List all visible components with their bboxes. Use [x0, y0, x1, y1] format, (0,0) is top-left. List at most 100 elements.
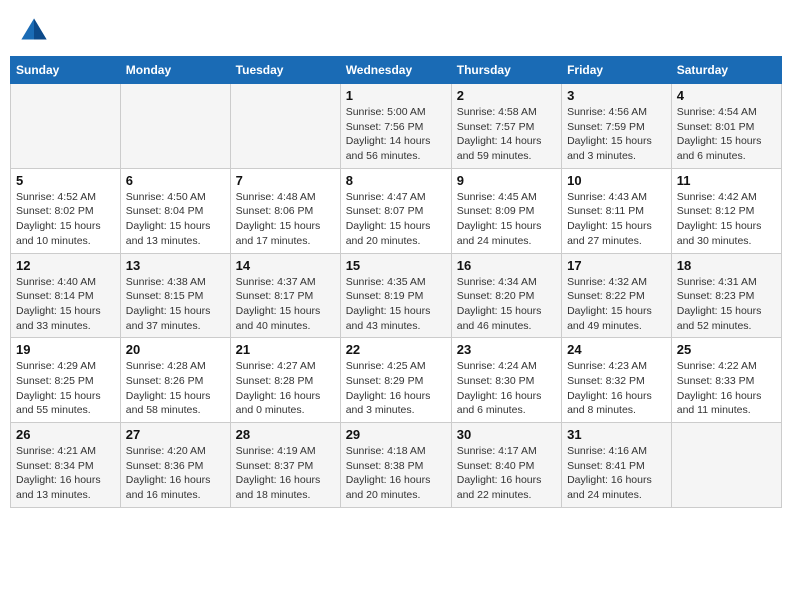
day-number: 9 — [457, 173, 556, 188]
day-info: Sunrise: 4:32 AM Sunset: 8:22 PM Dayligh… — [567, 275, 666, 334]
day-number: 31 — [567, 427, 666, 442]
weekday-header: Wednesday — [340, 57, 451, 84]
calendar-cell — [671, 423, 781, 508]
calendar-cell: 19Sunrise: 4:29 AM Sunset: 8:25 PM Dayli… — [11, 338, 121, 423]
day-info: Sunrise: 4:25 AM Sunset: 8:29 PM Dayligh… — [346, 359, 446, 418]
calendar-cell: 11 Sunrise: 4:42 AM Sunset: 8:12 PM Dayli… — [671, 168, 781, 253]
day-number: 29 — [346, 427, 446, 442]
day-info: Sunrise: 4:22 AM Sunset: 8:33 PM Dayligh… — [677, 359, 776, 418]
day-info: Sunrise: 4:45 AM Sunset: 8:09 PM Dayligh… — [457, 190, 556, 249]
calendar-cell: 31 Sunrise: 4:16 AM Sunset: 8:41 PM Dayli… — [562, 423, 672, 508]
day-info: Sunrise: 4:40 AM Sunset: 8:14 PM Dayligh… — [16, 275, 115, 334]
day-number: 28 — [236, 427, 335, 442]
calendar-cell: 6Sunrise: 4:50 AM Sunset: 8:04 PM Daylig… — [120, 168, 230, 253]
calendar-cell: 5 Sunrise: 4:52 AM Sunset: 8:02 PM Daylig… — [11, 168, 121, 253]
calendar-cell: 17 Sunrise: 4:32 AM Sunset: 8:22 PM Dayli… — [562, 253, 672, 338]
day-info: Sunrise: 4:19 AM Sunset: 8:37 PM Dayligh… — [236, 444, 335, 503]
day-number: 10 — [567, 173, 666, 188]
logo — [20, 15, 52, 43]
calendar-cell: 1 Sunrise: 5:00 AM Sunset: 7:56 PM Daylig… — [340, 84, 451, 169]
calendar-cell: 2Sunrise: 4:58 AM Sunset: 7:57 PM Daylig… — [451, 84, 561, 169]
day-number: 16 — [457, 258, 556, 273]
weekday-header: Sunday — [11, 57, 121, 84]
calendar-cell: 8 Sunrise: 4:47 AM Sunset: 8:07 PM Daylig… — [340, 168, 451, 253]
day-info: Sunrise: 4:23 AM Sunset: 8:32 PM Dayligh… — [567, 359, 666, 418]
calendar-cell: 25 Sunrise: 4:22 AM Sunset: 8:33 PM Dayli… — [671, 338, 781, 423]
day-number: 1 — [346, 88, 446, 103]
day-info: Sunrise: 4:27 AM Sunset: 8:28 PM Dayligh… — [236, 359, 335, 418]
day-number: 11 — [677, 173, 776, 188]
calendar-table: SundayMondayTuesdayWednesdayThursdayFrid… — [10, 56, 782, 508]
day-info: Sunrise: 4:47 AM Sunset: 8:07 PM Dayligh… — [346, 190, 446, 249]
day-number: 25 — [677, 342, 776, 357]
day-info: Sunrise: 4:31 AM Sunset: 8:23 PM Dayligh… — [677, 275, 776, 334]
weekday-header: Monday — [120, 57, 230, 84]
day-number: 8 — [346, 173, 446, 188]
calendar-week-row: 5 Sunrise: 4:52 AM Sunset: 8:02 PM Daylig… — [11, 168, 782, 253]
day-number: 23 — [457, 342, 556, 357]
day-info: Sunrise: 4:16 AM Sunset: 8:41 PM Dayligh… — [567, 444, 666, 503]
day-number: 18 — [677, 258, 776, 273]
calendar-cell: 15 Sunrise: 4:35 AM Sunset: 8:19 PM Dayli… — [340, 253, 451, 338]
calendar-cell — [120, 84, 230, 169]
day-number: 15 — [346, 258, 446, 273]
day-number: 14 — [236, 258, 335, 273]
day-info: Sunrise: 4:38 AM Sunset: 8:15 PM Dayligh… — [126, 275, 225, 334]
day-info: Sunrise: 5:00 AM Sunset: 7:56 PM Dayligh… — [346, 105, 446, 164]
weekday-header: Thursday — [451, 57, 561, 84]
day-info: Sunrise: 4:21 AM Sunset: 8:34 PM Dayligh… — [16, 444, 115, 503]
weekday-header: Saturday — [671, 57, 781, 84]
day-info: Sunrise: 4:52 AM Sunset: 8:02 PM Dayligh… — [16, 190, 115, 249]
calendar-cell: 3 Sunrise: 4:56 AM Sunset: 7:59 PM Daylig… — [562, 84, 672, 169]
day-info: Sunrise: 4:17 AM Sunset: 8:40 PM Dayligh… — [457, 444, 556, 503]
day-number: 21 — [236, 342, 335, 357]
calendar-cell: 12 Sunrise: 4:40 AM Sunset: 8:14 PM Dayli… — [11, 253, 121, 338]
day-number: 5 — [16, 173, 115, 188]
day-info: Sunrise: 4:34 AM Sunset: 8:20 PM Dayligh… — [457, 275, 556, 334]
day-info: Sunrise: 4:24 AM Sunset: 8:30 PM Dayligh… — [457, 359, 556, 418]
day-info: Sunrise: 4:58 AM Sunset: 7:57 PM Dayligh… — [457, 105, 556, 164]
day-number: 24 — [567, 342, 666, 357]
page-header — [10, 10, 782, 48]
day-info: Sunrise: 4:18 AM Sunset: 8:38 PM Dayligh… — [346, 444, 446, 503]
calendar-cell: 29 Sunrise: 4:18 AM Sunset: 8:38 PM Dayli… — [340, 423, 451, 508]
day-number: 19 — [16, 342, 115, 357]
day-info: Sunrise: 4:20 AM Sunset: 8:36 PM Dayligh… — [126, 444, 225, 503]
day-info: Sunrise: 4:50 AM Sunset: 8:04 PM Dayligh… — [126, 190, 225, 249]
logo-icon — [20, 15, 48, 43]
calendar-cell: 22 Sunrise: 4:25 AM Sunset: 8:29 PM Dayli… — [340, 338, 451, 423]
calendar-cell: 7 Sunrise: 4:48 AM Sunset: 8:06 PM Daylig… — [230, 168, 340, 253]
calendar-cell: 24 Sunrise: 4:23 AM Sunset: 8:32 PM Dayli… — [562, 338, 672, 423]
weekday-header: Friday — [562, 57, 672, 84]
day-number: 3 — [567, 88, 666, 103]
day-number: 22 — [346, 342, 446, 357]
day-info: Sunrise: 4:48 AM Sunset: 8:06 PM Dayligh… — [236, 190, 335, 249]
day-info: Sunrise: 4:43 AM Sunset: 8:11 PM Dayligh… — [567, 190, 666, 249]
day-info: Sunrise: 4:54 AM Sunset: 8:01 PM Dayligh… — [677, 105, 776, 164]
day-info: Sunrise: 4:56 AM Sunset: 7:59 PM Dayligh… — [567, 105, 666, 164]
calendar-header-row: SundayMondayTuesdayWednesdayThursdayFrid… — [11, 57, 782, 84]
calendar-cell: 26Sunrise: 4:21 AM Sunset: 8:34 PM Dayli… — [11, 423, 121, 508]
calendar-week-row: 19Sunrise: 4:29 AM Sunset: 8:25 PM Dayli… — [11, 338, 782, 423]
weekday-header: Tuesday — [230, 57, 340, 84]
calendar-week-row: 1 Sunrise: 5:00 AM Sunset: 7:56 PM Daylig… — [11, 84, 782, 169]
day-number: 12 — [16, 258, 115, 273]
calendar-cell: 28 Sunrise: 4:19 AM Sunset: 8:37 PM Dayli… — [230, 423, 340, 508]
calendar-cell: 23 Sunrise: 4:24 AM Sunset: 8:30 PM Dayli… — [451, 338, 561, 423]
calendar-cell: 20 Sunrise: 4:28 AM Sunset: 8:26 PM Dayli… — [120, 338, 230, 423]
day-info: Sunrise: 4:37 AM Sunset: 8:17 PM Dayligh… — [236, 275, 335, 334]
calendar-cell: 18 Sunrise: 4:31 AM Sunset: 8:23 PM Dayli… — [671, 253, 781, 338]
day-number: 17 — [567, 258, 666, 273]
calendar-cell: 10 Sunrise: 4:43 AM Sunset: 8:11 PM Dayli… — [562, 168, 672, 253]
calendar-cell: 30Sunrise: 4:17 AM Sunset: 8:40 PM Dayli… — [451, 423, 561, 508]
calendar-cell: 13Sunrise: 4:38 AM Sunset: 8:15 PM Dayli… — [120, 253, 230, 338]
day-info: Sunrise: 4:35 AM Sunset: 8:19 PM Dayligh… — [346, 275, 446, 334]
calendar-week-row: 26Sunrise: 4:21 AM Sunset: 8:34 PM Dayli… — [11, 423, 782, 508]
day-number: 20 — [126, 342, 225, 357]
day-number: 7 — [236, 173, 335, 188]
day-number: 4 — [677, 88, 776, 103]
calendar-cell: 16 Sunrise: 4:34 AM Sunset: 8:20 PM Dayli… — [451, 253, 561, 338]
calendar-cell: 4 Sunrise: 4:54 AM Sunset: 8:01 PM Daylig… — [671, 84, 781, 169]
day-info: Sunrise: 4:42 AM Sunset: 8:12 PM Dayligh… — [677, 190, 776, 249]
day-info: Sunrise: 4:28 AM Sunset: 8:26 PM Dayligh… — [126, 359, 225, 418]
